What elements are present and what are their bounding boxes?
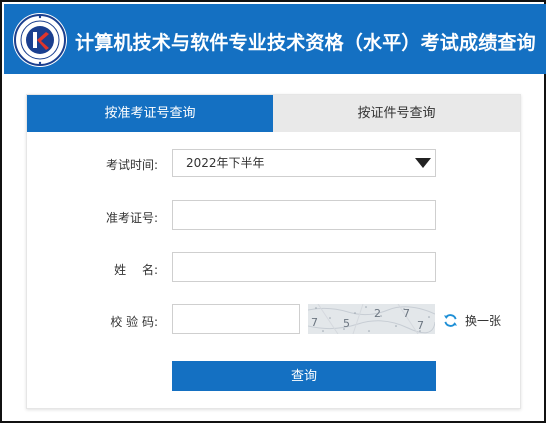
exam-time-value: 2022年下半年 xyxy=(186,156,265,170)
tab-ticket-number[interactable]: 按准考证号查询 xyxy=(27,95,273,132)
query-card: 按准考证号查询 按证件号查询 考试时间: 2022年下半年 准考证号: 姓 名:… xyxy=(26,94,521,409)
captcha-char: 5 xyxy=(343,317,350,330)
exam-logo-icon xyxy=(13,13,67,67)
captcha-char: 7 xyxy=(417,319,424,332)
captcha-char: 7 xyxy=(403,307,410,320)
ticket-number-input[interactable] xyxy=(172,200,436,230)
captcha-input[interactable] xyxy=(172,304,300,334)
name-label: 姓 名: xyxy=(114,263,158,277)
exam-time-select[interactable]: 2022年下半年 xyxy=(172,149,436,177)
captcha-char: 2 xyxy=(374,307,381,320)
page-title: 计算机技术与软件专业技术资格（水平）考试成绩查询 xyxy=(75,32,536,54)
query-tabs: 按准考证号查询 按证件号查询 xyxy=(27,95,520,132)
triangle-down-icon xyxy=(415,158,431,168)
captcha-image[interactable]: 7 5 2 7 7 xyxy=(308,304,435,334)
name-input[interactable] xyxy=(172,252,436,282)
page-frame: 计算机技术与软件专业技术资格（水平）考试成绩查询 按准考证号查询 按证件号查询 … xyxy=(0,0,546,423)
refresh-captcha-label: 换一张 xyxy=(465,314,502,328)
tab-id-number[interactable]: 按证件号查询 xyxy=(273,95,520,132)
captcha-label: 校 验 码: xyxy=(110,315,158,329)
header-banner: 计算机技术与软件专业技术资格（水平）考试成绩查询 xyxy=(4,4,546,74)
exam-time-label: 考试时间: xyxy=(105,158,158,172)
refresh-captcha-button[interactable]: 换一张 xyxy=(443,312,501,329)
captcha-char: 7 xyxy=(311,316,318,329)
refresh-icon xyxy=(443,313,458,328)
query-submit-button[interactable]: 查询 xyxy=(172,361,436,391)
ticket-number-label: 准考证号: xyxy=(105,211,158,225)
